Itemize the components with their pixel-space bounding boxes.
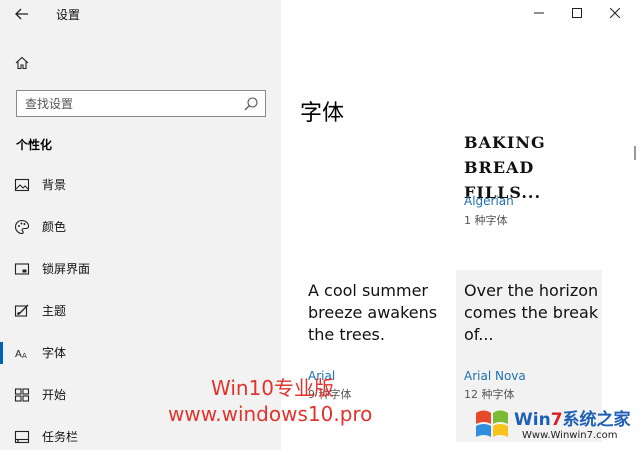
- watermark-line1: Win10专业版: [211, 376, 335, 400]
- font-preview: A cool summer breeze awakens the trees.: [308, 281, 438, 344]
- section-title: 个性化: [16, 138, 53, 152]
- svg-text:A: A: [22, 352, 27, 360]
- sidebar-item-background[interactable]: 背景: [0, 165, 281, 205]
- font-count: 12 种字体: [464, 388, 515, 401]
- page-title: 字体: [300, 101, 345, 126]
- scrollbar-thumb[interactable]: [634, 146, 636, 160]
- arrow-left-icon: [15, 8, 28, 20]
- start-icon: [14, 388, 30, 402]
- minimize-icon: [534, 12, 544, 14]
- sidebar-item-label: 颜色: [42, 220, 67, 234]
- sidebar-item-fonts[interactable]: A A 字体: [0, 333, 281, 373]
- maximize-icon: [572, 8, 582, 18]
- sidebar-item-colors[interactable]: 颜色: [0, 207, 281, 247]
- sidebar-item-themes[interactable]: 主题: [0, 291, 281, 331]
- logo-brand-number: 7: [550, 410, 563, 430]
- windows-flag-icon: [476, 410, 508, 437]
- home-button[interactable]: [8, 50, 38, 76]
- font-count: 1 种字体: [464, 214, 508, 227]
- svg-text:A: A: [15, 349, 22, 360]
- font-preview: Over the horizon comes the break of...: [464, 281, 599, 344]
- font-name: Arial Nova: [464, 369, 526, 383]
- home-icon: [15, 56, 29, 70]
- titlebar-left: 设置: [0, 0, 281, 30]
- font-name: Algerian: [464, 194, 514, 208]
- back-button[interactable]: [8, 2, 36, 26]
- font-icon: A A: [15, 349, 27, 360]
- sidebar-item-label: 背景: [42, 178, 67, 192]
- sidebar-item-label: 锁屏界面: [42, 262, 91, 276]
- sidebar-item-label: 任务栏: [42, 430, 79, 444]
- logo-brand-prefix: Win: [514, 410, 551, 430]
- search-box[interactable]: [16, 90, 266, 117]
- close-icon: [610, 8, 620, 18]
- picture-icon: [14, 178, 30, 192]
- logo-title: Win7系统之家: [514, 405, 631, 430]
- close-button[interactable]: [598, 0, 632, 26]
- logo-brand-suffix: 系统之家: [562, 410, 631, 430]
- lock-screen-icon: [14, 263, 30, 275]
- logo-url: Www.Winwin7.com: [522, 430, 618, 441]
- site-logo: Win7系统之家 Www.Winwin7.com: [470, 402, 638, 448]
- font-card-algerian[interactable]: Baking Bread fills... Algerian 1 种字体: [456, 124, 602, 234]
- sidebar-item-lock-screen[interactable]: 锁屏界面: [0, 249, 281, 289]
- search-input[interactable]: [25, 95, 235, 113]
- palette-icon: [14, 219, 30, 235]
- taskbar-icon: [14, 430, 30, 444]
- app-title: 设置: [56, 8, 81, 22]
- sidebar-item-label: 主题: [42, 304, 67, 318]
- theme-icon: [14, 304, 29, 317]
- sidebar-item-label: 开始: [42, 388, 67, 402]
- minimize-button[interactable]: [522, 0, 556, 26]
- search-icon[interactable]: [243, 96, 259, 112]
- sidebar-item-label: 字体: [42, 346, 67, 360]
- watermark-line2: www.windows10.pro: [168, 402, 373, 426]
- maximize-button[interactable]: [560, 0, 594, 26]
